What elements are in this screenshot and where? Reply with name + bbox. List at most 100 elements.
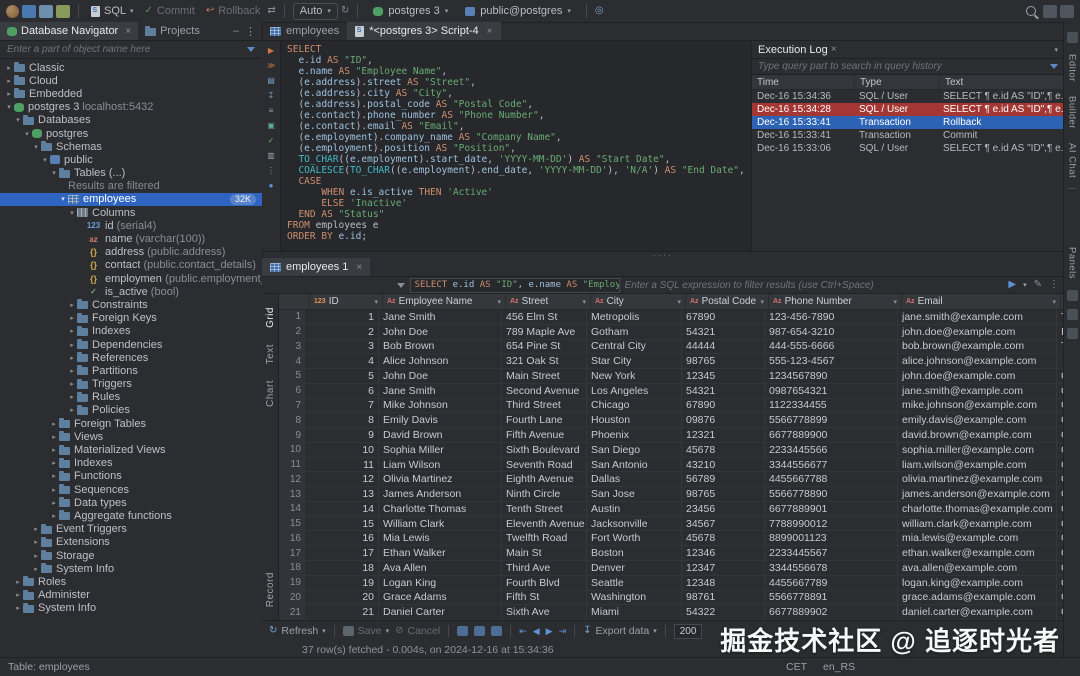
tab-script-4[interactable]: *<postgres 3> Script-4 × [347,22,500,40]
grid-cell[interactable]: Sophia Miller [379,443,502,457]
tree-item-embedded[interactable]: ▸Embedded [0,87,262,100]
row-number[interactable]: 11 [279,458,306,472]
grid-cell[interactable]: 15 [306,517,379,531]
grid-cell[interactable]: William Clark [379,517,502,531]
row-number[interactable]: 3 [279,340,306,354]
tree-item-is-active[interactable]: ✓is_active(bool) [0,285,262,298]
grid-cell[interactable]: 2 [306,325,379,339]
grid-cell[interactable]: ava.allen@example.com [898,561,1057,575]
first-row-icon[interactable]: ⇤ [519,626,527,637]
grid-cell[interactable]: 456 Elm St [502,310,587,324]
grid-cell[interactable]: Bob Brown [379,340,502,354]
grid-cell[interactable]: jane.smith@example.com [898,384,1057,398]
row-number[interactable]: 1 [279,310,306,324]
save-all-icon[interactable] [56,5,70,18]
grid-cell[interactable]: Emily Davis [379,413,502,427]
filter-expression-input[interactable]: Enter a SQL expression to filter results… [625,280,874,291]
grid-cell[interactable]: 17 [306,546,379,560]
grid-cell[interactable]: 321 Oak St [502,354,587,368]
grid-cell[interactable]: 98761 [682,591,765,605]
grid-cell[interactable]: 19 [306,576,379,590]
execute-script-icon[interactable]: ≫ [265,59,278,71]
analyze-icon[interactable]: ▣ [265,119,278,131]
tree-item-indexes[interactable]: ▸Indexes [0,325,262,338]
tree-item-foreign-keys[interactable]: ▸Foreign Keys [0,312,262,325]
tree-item-views[interactable]: ▸Views [0,430,262,443]
chevron-right-icon[interactable]: ▸ [67,393,77,401]
tree-item-schemas[interactable]: ▾Schemas [0,140,262,153]
column-header-phone-number[interactable]: AzPhone Number▾ [769,294,902,309]
grid-cell[interactable]: 0987654321 [765,384,898,398]
chevron-right-icon[interactable]: ▸ [31,565,41,573]
row-number[interactable]: 21 [279,605,306,619]
add-row-icon[interactable] [457,626,468,636]
filter-funnel-icon[interactable] [247,47,255,52]
grid-cell[interactable]: 13 [306,487,379,501]
tab-database-navigator[interactable]: Database Navigator × [0,22,138,40]
grid-cell[interactable]: Sixth Boulevard [502,443,587,457]
filter-query-snippet[interactable]: SELECT e.id AS "ID", e.name AS "Employ [410,278,620,293]
metadata-panel-icon[interactable] [1067,328,1078,339]
grid-cell[interactable]: New York [587,369,682,383]
chevron-right-icon[interactable]: ▸ [31,538,41,546]
navigate-object-icon[interactable]: ◎ [595,6,604,16]
tree-item-foreign-tables[interactable]: ▸Foreign Tables [0,417,262,430]
grid-cell[interactable]: 5566778890 [765,487,898,501]
grid-cell[interactable]: Ninth Circle [502,487,587,501]
chevron-right-icon[interactable]: ▸ [49,512,59,520]
tree-item-partitions[interactable]: ▸Partitions [0,364,262,377]
explain-plan-icon[interactable]: ▤ [265,74,278,86]
grid-cell[interactable]: 5566778899 [765,413,898,427]
grid-cell[interactable]: Alice Johnson [379,354,502,368]
grid-cell[interactable]: 12346 [682,546,765,560]
grid-cell[interactable]: Tenth Street [502,502,587,516]
tree-item-public[interactable]: ▾public [0,153,262,166]
grid-cell[interactable]: Miami [587,605,682,619]
more-actions-icon[interactable]: ⋮ [265,164,278,176]
column-header-street[interactable]: AzStreet▾ [506,294,591,309]
row-number[interactable]: 12 [279,472,306,486]
grid-cell[interactable]: 5566778891 [765,591,898,605]
delete-row-icon[interactable] [491,626,502,636]
grid-cell[interactable]: 1 [306,310,379,324]
grid-cell[interactable]: Mike Johnson [379,399,502,413]
chevron-down-icon[interactable]: ▾ [22,130,32,138]
close-icon[interactable]: × [831,44,837,55]
tree-item-classic[interactable]: ▸Classic [0,61,262,74]
chevron-down-icon[interactable]: ▾ [40,156,50,164]
row-number[interactable]: 16 [279,531,306,545]
grid-cell[interactable]: Jane Smith [379,310,502,324]
grid-cell[interactable]: john.doe@example.com [898,369,1057,383]
presentation-tab-grid[interactable]: Grid [265,307,276,328]
grid-cell[interactable]: Los Angeles [587,384,682,398]
output-panel-icon[interactable]: ▥ [265,149,278,161]
close-icon[interactable]: × [487,26,493,37]
grid-cell[interactable]: 654 Pine St [502,340,587,354]
chevron-right-icon[interactable]: ▸ [67,314,77,322]
tree-item-extensions[interactable]: ▸Extensions [0,536,262,549]
grid-cell[interactable]: San Jose [587,487,682,501]
grid-cell[interactable]: James Anderson [379,487,502,501]
tree-item-materialized-views[interactable]: ▸Materialized Views [0,443,262,456]
connection-select[interactable]: postgres 3 ▾ [366,3,455,20]
grid-cell[interactable]: 11 [306,458,379,472]
column-menu-icon[interactable]: ▾ [1052,298,1056,306]
grid-cell[interactable]: 54322 [682,605,765,619]
column-menu-icon[interactable]: ▾ [497,298,501,306]
tree-item-aggregate-functions[interactable]: ▸Aggregate functions [0,509,262,522]
grid-cell[interactable]: 987-654-3210 [765,325,898,339]
close-icon[interactable]: × [125,26,131,37]
grid-cell[interactable]: olivia.martinez@example.com [898,472,1057,486]
grid-cell[interactable]: william.clark@example.com [898,517,1057,531]
edit-filter-icon[interactable]: ✎ [1034,280,1042,290]
transaction-mode-icon[interactable]: ⇄ [267,6,275,16]
row-number[interactable]: 5 [279,369,306,383]
grid-cell[interactable]: Third Street [502,399,587,413]
grid-cell[interactable]: 54321 [682,384,765,398]
panels-layout-icon[interactable] [1043,5,1057,18]
row-number[interactable]: 17 [279,546,306,560]
chevron-down-icon[interactable]: ▾ [31,143,41,151]
refresh-connection-icon[interactable]: ↻ [341,6,349,16]
grid-cell[interactable]: 1122334455 [765,399,898,413]
chevron-right-icon[interactable]: ▸ [13,604,23,612]
